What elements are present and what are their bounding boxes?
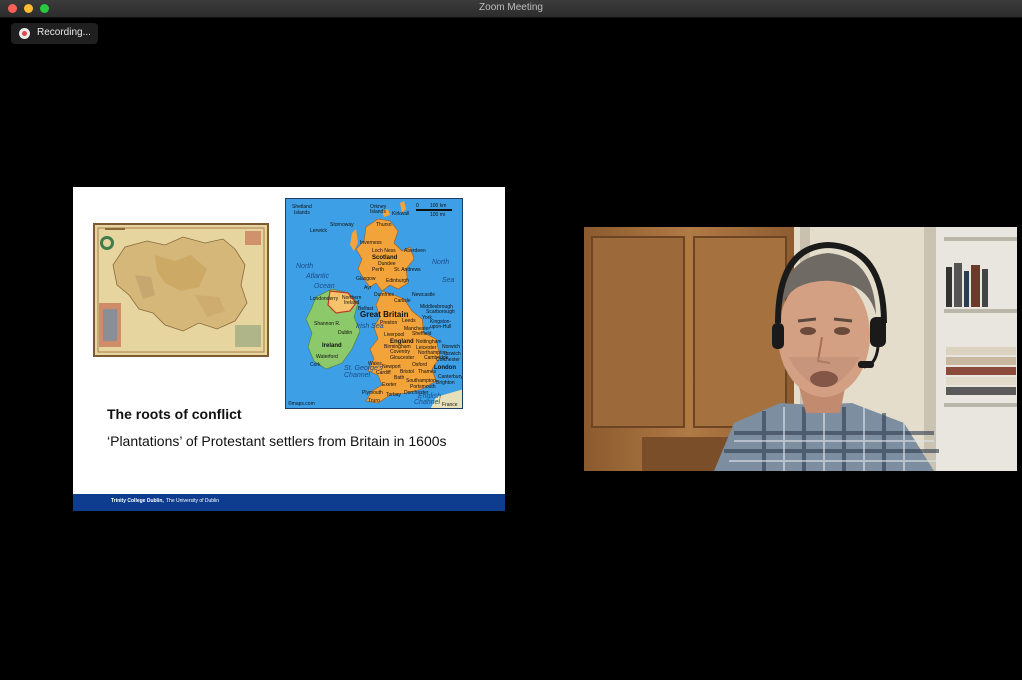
map-label-plymouth: Plymouth [362, 390, 383, 396]
map-label-scale-zero: 0 [416, 203, 419, 209]
map-label-shetland-islands: Islands [294, 210, 310, 216]
slide-title: The roots of conflict [107, 406, 242, 422]
map-label-oxford: Oxford [412, 362, 428, 368]
footer-university: The University of Dublin [166, 498, 220, 504]
map-label-sheffield: Sheffield [412, 331, 432, 337]
map-label-orkney-islands: Islands [370, 209, 386, 215]
map-label-ireland: Ireland [322, 343, 342, 349]
map-label-dumfries: Dumfries [374, 292, 395, 298]
map-label-scale-mi: 100 mi [430, 212, 446, 218]
map-label-torbay: Torbay [386, 392, 402, 398]
participant-video-tile[interactable] [584, 227, 1017, 471]
map-label-shannon: Shannon R. [314, 321, 341, 327]
map-label-kirkwall: Kirkwall [392, 211, 410, 217]
map-label-north-atlantic-1: North [296, 263, 314, 270]
uk-ireland-map-image: Shetland Islands Orkney Islands Kirkwall… [285, 198, 463, 409]
map-label-cambridge: Cambridge [424, 355, 449, 361]
map-label-north-sea-1: North [432, 259, 450, 266]
map-label-cork: Cork [310, 362, 321, 368]
map-label-bath: Bath [394, 375, 405, 381]
window-titlebar: Zoom Meeting [0, 0, 1022, 18]
map-label-londonderry: Londonderry [310, 296, 339, 302]
shared-screen-slide: Shetland Islands Orkney Islands Kirkwall… [73, 187, 505, 511]
map-label-lerwick: Lerwick [310, 228, 327, 234]
map-label-hull: upon-Hull [430, 324, 452, 330]
map-label-loch-ness: Loch Ness [372, 248, 396, 254]
recording-label: Recording... [37, 27, 91, 38]
map-label-perth: Perth [372, 267, 384, 273]
map-label-northern-ireland-2: Ireland [344, 300, 360, 306]
map-label-london: London [434, 365, 456, 371]
footer-institution: Trinity College Dublin, [111, 498, 164, 504]
map-label-thames: Thames [418, 369, 437, 375]
ulster-map-drawing [95, 225, 267, 355]
map-label-cardiff: Cardiff [376, 370, 391, 376]
map-label-dublin: Dublin [338, 330, 353, 336]
map-label-carlisle: Carlisle [394, 298, 411, 304]
map-label-truro: Truro [368, 398, 380, 404]
recording-icon [19, 28, 30, 39]
antique-ulster-map-image [93, 223, 269, 357]
recording-indicator[interactable]: Recording... [11, 23, 98, 44]
map-label-english-channel-2: Channel [414, 399, 441, 406]
map-label-liverpool: Liverpool [384, 332, 405, 338]
map-label-leeds: Leeds [402, 318, 416, 324]
map-label-gloucester: Gloucester [390, 355, 415, 361]
map-label-stornoway: Stornoway [330, 222, 354, 228]
map-label-north-atlantic-2: Atlantic [306, 273, 329, 280]
map-credit: ©maps.com [288, 401, 315, 407]
map-label-newcastle: Newcastle [412, 292, 436, 298]
map-label-edinburgh: Edinburgh [386, 278, 409, 284]
map-label-st-georges-channel: Channel [344, 372, 371, 379]
map-label-ayr: Ayr [364, 285, 372, 291]
map-label-aberdeen: Aberdeen [404, 248, 426, 254]
slide-subtitle: ‘Plantations’ of Protestant settlers fro… [107, 433, 447, 449]
map-label-exeter: Exeter [382, 382, 397, 388]
window-title: Zoom Meeting [479, 2, 543, 13]
map-label-north-atlantic-3: Ocean [314, 283, 335, 290]
map-label-waterford: Waterford [316, 354, 338, 360]
map-label-thurso: Thurso [376, 222, 392, 228]
map-label-north-sea-2: Sea [442, 277, 455, 284]
map-label-glasgow: Glasgow [356, 276, 376, 282]
map-label-preston: Preston [380, 320, 398, 326]
participant-video-feed [584, 227, 1017, 471]
map-label-st-andrews: St. Andrews [394, 267, 421, 273]
slide-footer: Trinity College Dublin, The University o… [73, 494, 505, 511]
map-label-brighton: Brighton [436, 380, 455, 386]
map-label-france: France [442, 402, 458, 408]
map-label-wales: Wales [368, 361, 382, 367]
map-label-inverness: Inverness [360, 240, 382, 246]
map-label-scale-km: 100 km [430, 203, 447, 209]
